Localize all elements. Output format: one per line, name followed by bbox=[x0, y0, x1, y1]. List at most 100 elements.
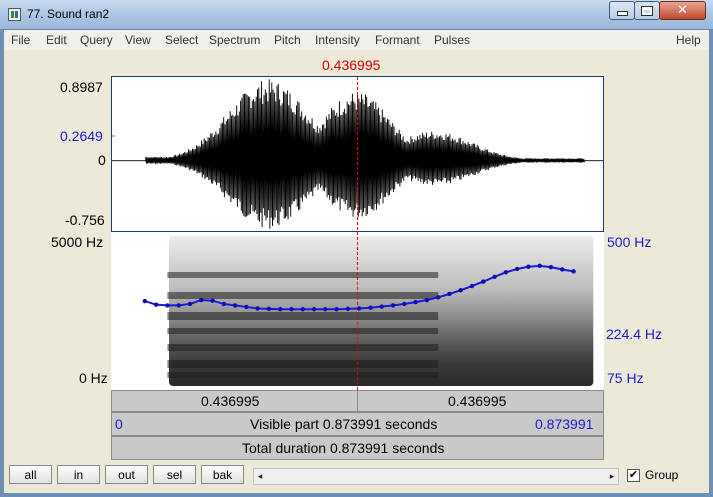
pitch-point bbox=[278, 307, 283, 312]
pitch-point bbox=[526, 264, 531, 269]
horizontal-scrollbar[interactable]: ◂ ▸ bbox=[253, 468, 619, 485]
scroll-right-icon[interactable]: ▸ bbox=[606, 469, 618, 484]
pitch-point bbox=[390, 303, 396, 308]
menu-view[interactable]: View bbox=[125, 33, 151, 47]
pitch-point bbox=[481, 279, 486, 284]
zoom-back-button[interactable]: bak bbox=[201, 465, 244, 484]
amplitude-max-label: 0.8987 bbox=[60, 79, 103, 95]
time-bar-left[interactable]: 0.436995 bbox=[111, 390, 358, 412]
close-button[interactable]: ✕ bbox=[659, 1, 706, 20]
spectrogram-top-label: 5000 Hz bbox=[51, 234, 104, 250]
pitch-point bbox=[334, 307, 339, 312]
app-icon bbox=[8, 8, 21, 21]
total-duration-bar[interactable]: Total duration 0.873991 seconds bbox=[111, 436, 604, 460]
pitch-point bbox=[255, 306, 260, 311]
spectrogram-plot bbox=[142, 232, 594, 390]
pitch-point bbox=[424, 297, 430, 303]
visible-part-bar[interactable]: 0 Visible part 0.873991 seconds 0.873991 bbox=[111, 412, 604, 436]
time-right-label: 0.436995 bbox=[448, 393, 507, 409]
pitch-point bbox=[210, 298, 215, 303]
visible-end-label: 0.873991 bbox=[535, 416, 594, 432]
pitch-point bbox=[379, 304, 384, 309]
menu-spectrum[interactable]: Spectrum bbox=[209, 33, 260, 47]
pitch-point bbox=[345, 306, 351, 312]
formant-band bbox=[167, 312, 439, 320]
formant-band bbox=[167, 360, 439, 368]
formant-band bbox=[167, 292, 439, 299]
time-left-label: 0.436995 bbox=[201, 393, 260, 409]
menu-query[interactable]: Query bbox=[80, 33, 113, 47]
pitch-point bbox=[368, 305, 373, 310]
window-title: 77. Sound ran2 bbox=[27, 7, 110, 21]
zoom-selection-button[interactable]: sel bbox=[153, 465, 196, 484]
maximize-button[interactable] bbox=[634, 1, 660, 20]
pitch-bottom-label: 75 Hz bbox=[607, 370, 644, 386]
cursor-time-label: 0.436995 bbox=[322, 57, 381, 73]
pitch-point bbox=[244, 304, 249, 310]
zoom-all-button[interactable]: all bbox=[9, 465, 52, 484]
menu-edit[interactable]: Edit bbox=[46, 33, 67, 47]
amplitude-min-label: -0.756 bbox=[65, 212, 105, 228]
zoom-out-button[interactable]: out bbox=[105, 465, 148, 484]
visible-start-label: 0 bbox=[115, 416, 123, 432]
pitch-point bbox=[187, 301, 193, 307]
pitch-point bbox=[402, 301, 407, 307]
spectrogram-panel[interactable] bbox=[111, 232, 604, 390]
menu-bar: File Edit Query View Select Spectrum Pit… bbox=[4, 30, 709, 50]
waveform-panel[interactable] bbox=[111, 76, 604, 232]
menu-select[interactable]: Select bbox=[165, 33, 198, 47]
minimize-icon bbox=[617, 12, 627, 15]
maximize-icon bbox=[642, 6, 652, 15]
formant-band bbox=[167, 272, 439, 278]
scroll-left-icon[interactable]: ◂ bbox=[254, 469, 266, 484]
pitch-point bbox=[266, 306, 272, 312]
amplitude-cursor-label: 0.2649 bbox=[60, 128, 103, 144]
minimize-button[interactable] bbox=[609, 1, 635, 20]
menu-intensity[interactable]: Intensity bbox=[315, 33, 360, 47]
zoom-in-button[interactable]: in bbox=[57, 465, 100, 484]
pitch-point bbox=[323, 307, 328, 312]
spectrogram-bottom-label: 0 Hz bbox=[79, 370, 108, 386]
formant-band bbox=[167, 328, 439, 334]
pitch-point bbox=[492, 274, 497, 279]
pitch-point bbox=[537, 263, 542, 269]
editor-window: File Edit Query View Select Spectrum Pit… bbox=[4, 30, 709, 493]
menu-pitch[interactable]: Pitch bbox=[274, 33, 301, 47]
pitch-point bbox=[311, 307, 317, 312]
pitch-point bbox=[548, 264, 554, 270]
time-bar-right[interactable]: 0.436995 bbox=[357, 390, 604, 412]
formant-band bbox=[167, 344, 439, 351]
group-checkbox[interactable]: ✔ bbox=[627, 469, 640, 482]
pitch-point bbox=[514, 266, 520, 272]
amplitude-zero-label: 0 bbox=[98, 152, 106, 168]
pitch-top-label: 500 Hz bbox=[607, 234, 652, 250]
formant-band bbox=[167, 372, 439, 378]
pitch-point bbox=[232, 303, 238, 308]
pitch-point bbox=[142, 298, 148, 304]
pitch-point bbox=[176, 303, 181, 308]
menu-help[interactable]: Help bbox=[676, 33, 701, 47]
close-icon: ✕ bbox=[677, 3, 688, 18]
pitch-mid-label: 224.4 Hz bbox=[606, 326, 663, 342]
menu-pulses[interactable]: Pulses bbox=[434, 33, 470, 47]
pitch-point bbox=[447, 291, 452, 297]
title-bar[interactable]: 77. Sound ran2 ✕ bbox=[0, 0, 713, 30]
pitch-point bbox=[289, 307, 294, 312]
pitch-point bbox=[221, 301, 227, 307]
pitch-point bbox=[199, 297, 204, 303]
pitch-point bbox=[300, 307, 305, 312]
pitch-point bbox=[469, 283, 475, 289]
pitch-point bbox=[571, 269, 576, 274]
pitch-point bbox=[435, 295, 441, 300]
pitch-point bbox=[165, 303, 170, 308]
pitch-point bbox=[560, 267, 565, 272]
pitch-point bbox=[458, 288, 463, 293]
menu-file[interactable]: File bbox=[11, 33, 30, 47]
total-duration-label: Total duration 0.873991 seconds bbox=[242, 440, 445, 456]
pitch-point bbox=[503, 270, 509, 275]
menu-formant[interactable]: Formant bbox=[375, 33, 420, 47]
waveform-plot bbox=[112, 77, 603, 231]
pitch-point bbox=[356, 306, 362, 311]
group-label: Group bbox=[645, 468, 679, 482]
bottom-toolbar: all in out sel bak ◂ ▸ ✔ Group bbox=[4, 458, 709, 493]
